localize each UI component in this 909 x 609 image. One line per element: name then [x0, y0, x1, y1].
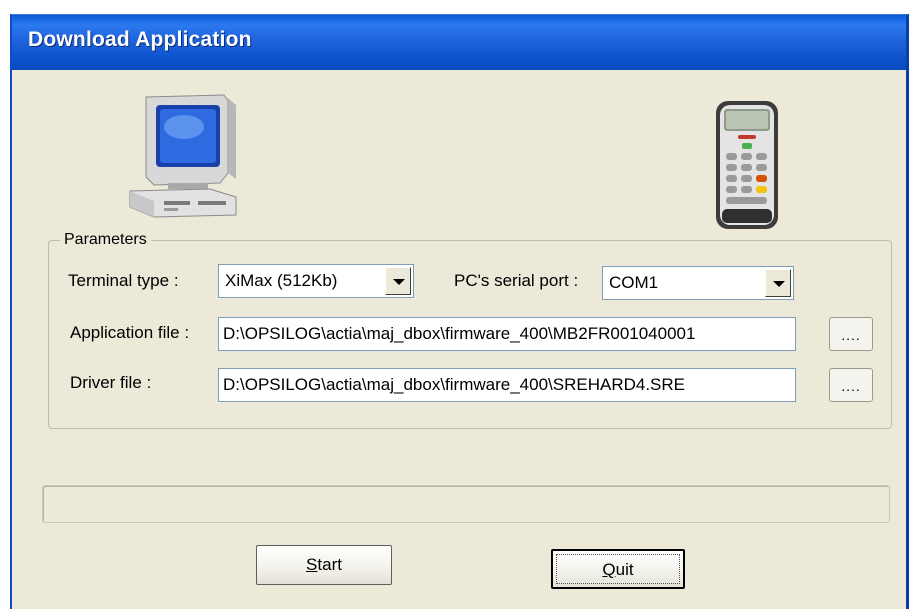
serial-port-select[interactable]: COM1 [602, 266, 794, 300]
application-file-label: Application file : [70, 323, 190, 342]
driver-file-input[interactable]: D:\OPSILOG\actia\maj_dbox\firmware_400\S… [218, 368, 796, 402]
start-mnemonic: S [306, 555, 318, 574]
title-bar[interactable]: Download Application [12, 15, 906, 70]
driver-file-browse-button[interactable]: .... [829, 368, 873, 402]
driver-file-label: Driver file : [70, 373, 152, 392]
start-button[interactable]: Start [256, 545, 392, 585]
quit-button[interactable]: Quit [551, 549, 685, 589]
serial-port-value: COM1 [609, 273, 659, 292]
start-label-rest: tart [317, 555, 342, 574]
download-application-window: Download Application Parameters Terminal… [10, 14, 909, 609]
download-progress-bar [42, 485, 890, 523]
parameters-legend: Parameters [60, 231, 151, 249]
terminal-type-select[interactable]: XiMax (512Kb) [218, 264, 414, 298]
chevron-down-icon[interactable] [385, 267, 411, 295]
application-file-input[interactable]: D:\OPSILOG\actia\maj_dbox\firmware_400\M… [218, 317, 796, 351]
serial-port-label: PC's serial port : [454, 271, 579, 290]
terminal-type-label: Terminal type : [68, 271, 179, 290]
quit-label-rest: uit [615, 560, 634, 579]
computer-icon [129, 94, 237, 218]
terminal-type-value: XiMax (512Kb) [225, 271, 338, 290]
payment-terminal-icon [716, 101, 778, 229]
quit-mnemonic: Q [602, 560, 616, 579]
chevron-down-icon[interactable] [765, 269, 791, 297]
application-file-browse-button[interactable]: .... [829, 317, 873, 351]
window-title: Download Application [28, 28, 252, 51]
